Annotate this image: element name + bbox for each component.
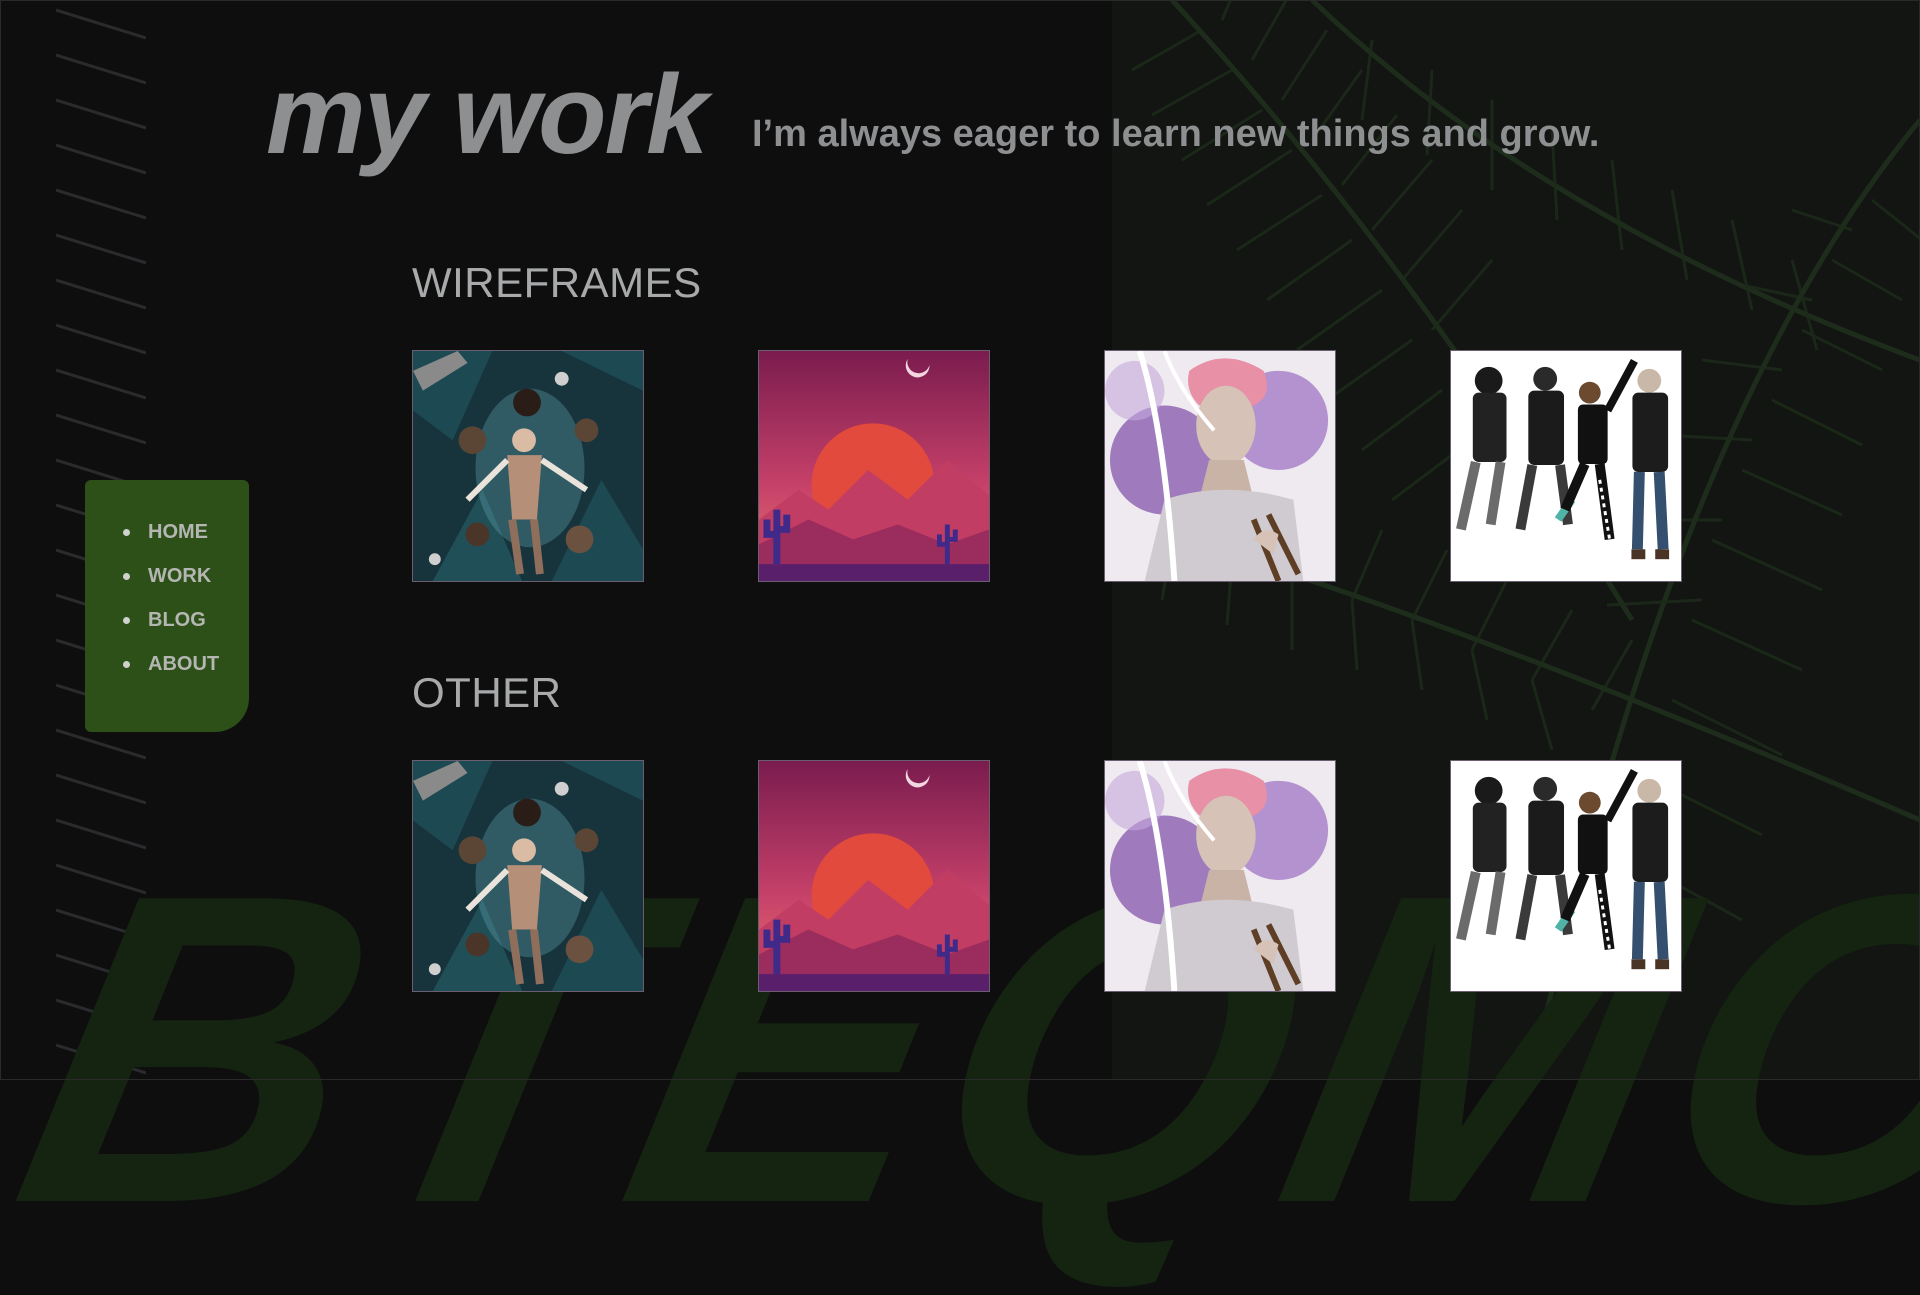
nav-item-label: HOME [148,521,208,543]
nav-item-work[interactable]: WORK [123,564,219,608]
thumbnail-pink-haired-portrait[interactable] [1104,350,1336,582]
thumbnail-desert-sunset[interactable] [758,350,990,582]
section-title-wireframes: WIREFRAMES [412,259,702,306]
thumbnail-underwater-figure[interactable] [412,350,644,582]
bullet-icon [123,661,130,668]
bullet-icon [123,529,130,536]
page-title: my work [266,52,708,177]
nav-item-label: ABOUT [148,653,220,675]
nav-item-home[interactable]: HOME [123,520,219,564]
thumbnail-dancing-group[interactable] [1450,350,1682,582]
bullet-icon [123,617,130,624]
section-title-other: OTHER [412,669,562,716]
nav-item-label: WORK [148,565,212,587]
nav-item-label: BLOG [148,609,206,631]
thumbnail-desert-sunset[interactable] [758,760,990,992]
page-tagline: I’m always eager to learn new things and… [752,113,1600,155]
bullet-icon [123,573,130,580]
thumbnail-pink-haired-portrait[interactable] [1104,760,1336,992]
side-navigation: HOME WORK BLOG ABOUT [85,480,249,732]
thumbnail-underwater-figure[interactable] [412,760,644,992]
nav-item-about[interactable]: ABOUT [123,652,219,696]
thumbnail-dancing-group[interactable] [1450,760,1682,992]
nav-list: HOME WORK BLOG ABOUT [123,520,219,696]
nav-item-blog[interactable]: BLOG [123,608,219,652]
